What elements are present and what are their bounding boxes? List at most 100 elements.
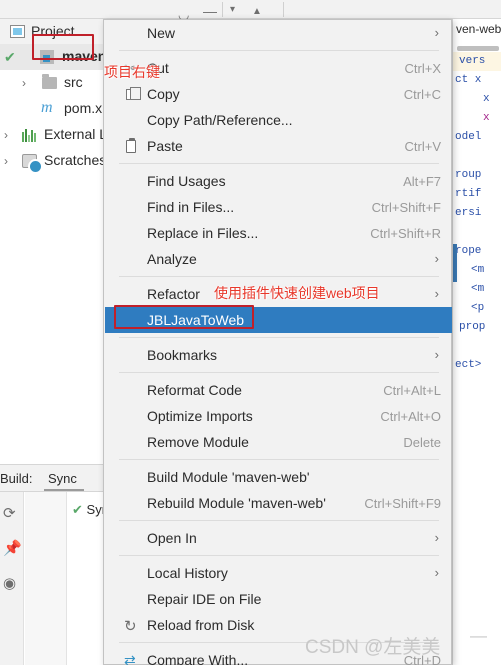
code-token: ersi — [455, 207, 482, 219]
menu-separator — [119, 372, 439, 373]
tab-sync[interactable]: Sync — [48, 471, 77, 486]
code-line: ersi — [453, 204, 501, 223]
menu-separator — [119, 50, 439, 51]
chevron-up-icon[interactable]: ▲ — [252, 6, 262, 17]
menu-item-label: Repair IDE on File — [147, 591, 262, 607]
project-icon — [10, 25, 25, 38]
chevron-right-icon[interactable]: › — [4, 155, 14, 167]
menu-item-shortcut: Ctrl+Shift+R — [370, 226, 441, 241]
menu-item-label: Reformat Code — [147, 382, 242, 398]
horizontal-scrollbar[interactable] — [457, 46, 499, 51]
code-token: ct x — [455, 74, 482, 86]
menu-item-shortcut: Ctrl+Shift+F9 — [364, 496, 441, 511]
code-token: roup — [455, 169, 482, 181]
code-line: vers — [453, 52, 501, 71]
code-line: x — [453, 90, 501, 109]
menu-item-local-history[interactable]: Local History › — [105, 560, 452, 586]
submenu-arrow-icon: › — [434, 565, 439, 580]
menu-item-label: Copy — [147, 86, 180, 102]
menu-item-label: Refactor — [147, 286, 200, 302]
menu-item-optimize-imports[interactable]: Optimize Imports Ctrl+Alt+O — [105, 403, 452, 429]
menu-item-shortcut: Delete — [403, 435, 441, 450]
menu-item-new[interactable]: New › — [105, 20, 452, 46]
eye-settings-icon[interactable]: ◉ — [3, 574, 16, 592]
rerun-icon[interactable]: ⟳ — [3, 504, 16, 522]
menu-item-label: Find Usages — [147, 173, 226, 189]
reload-icon: ↻ — [124, 618, 137, 635]
pin-icon[interactable]: 📌 — [3, 539, 22, 557]
menu-item-label: Replace in Files... — [147, 225, 259, 241]
code-line: ect> — [453, 356, 501, 375]
submenu-arrow-icon: › — [434, 347, 439, 362]
menu-item-paste[interactable]: Paste Ctrl+V — [105, 133, 452, 159]
menu-item-label: Paste — [147, 138, 183, 154]
menu-item-label: Rebuild Module 'maven-web' — [147, 495, 326, 511]
compare-icon: ⇄ — [124, 652, 136, 665]
menu-item-shortcut: Ctrl+X — [404, 61, 441, 76]
menu-item-label: Local History — [147, 565, 228, 581]
code-line: prop — [453, 318, 501, 337]
menu-item-bookmarks[interactable]: Bookmarks › — [105, 342, 452, 368]
toolbar-separator — [222, 2, 223, 17]
toolbar-separator — [283, 2, 284, 17]
chevron-right-icon[interactable]: › — [4, 129, 14, 141]
code-line: rtif — [453, 185, 501, 204]
paste-icon — [123, 138, 139, 154]
folder-icon — [42, 74, 57, 89]
code-token: rope — [455, 245, 482, 257]
editor-pane: ven-web vers ct x x x odel roup rtif ersi rope <m… — [452, 19, 501, 665]
scratches-icon — [22, 154, 43, 174]
menu-item-find-usages[interactable]: Find Usages Alt+F7 — [105, 168, 452, 194]
libraries-icon — [22, 129, 37, 142]
menu-separator — [119, 459, 439, 460]
editor-code: vers ct x x x odel roup rtif ersi rope <m <m <p prop… — [453, 52, 501, 375]
annotation-plugin-create-web: 使用插件快速创建web项目 — [214, 285, 380, 301]
highlight-box-maven-web — [32, 34, 94, 60]
csdn-watermark-dash: — — [470, 626, 487, 645]
code-token: rtif — [455, 188, 482, 200]
menu-item-label: Bookmarks — [147, 347, 218, 363]
maven-m-icon: m — [41, 99, 53, 116]
csdn-watermark: CSDN @左美美 — [305, 637, 441, 658]
menu-item-label: Optimize Imports — [147, 408, 253, 424]
check-icon: ✔ — [72, 502, 83, 517]
editor-tab-bar: ven-web — [453, 19, 501, 41]
chevron-down-icon[interactable]: ▾ — [230, 4, 235, 15]
minimize-icon[interactable]: — — [203, 3, 217, 19]
menu-item-remove-module[interactable]: Remove Module Delete — [105, 429, 452, 455]
code-token: vers — [459, 55, 486, 67]
menu-item-shortcut: Ctrl+C — [403, 87, 441, 102]
chevron-right-icon[interactable]: › — [22, 77, 32, 89]
code-line: x — [453, 109, 501, 128]
code-token: <m — [471, 264, 485, 276]
code-token: odel — [455, 131, 482, 143]
menu-item-reformat-code[interactable]: Reformat Code Ctrl+Alt+L — [105, 377, 452, 403]
menu-item-open-in[interactable]: Open In › — [105, 525, 452, 551]
menu-item-copy-path-reference[interactable]: Copy Path/Reference... — [105, 107, 452, 133]
menu-item-shortcut: Ctrl+Alt+L — [383, 383, 441, 398]
submenu-arrow-icon: › — [434, 530, 439, 545]
menu-item-shortcut: Alt+F7 — [403, 174, 441, 189]
menu-separator — [119, 555, 439, 556]
menu-item-label: Remove Module — [147, 434, 249, 450]
editor-tab-pom-xml[interactable]: ven-web — [453, 19, 501, 41]
menu-item-replace-in-files[interactable]: Replace in Files... Ctrl+Shift+R — [105, 220, 452, 246]
menu-separator — [119, 163, 439, 164]
menu-item-rebuild-module-maven-web[interactable]: Rebuild Module 'maven-web' Ctrl+Shift+F9 — [105, 490, 452, 516]
code-token: <m — [471, 283, 485, 295]
menu-item-analyze[interactable]: Analyze › — [105, 246, 452, 272]
menu-separator — [119, 276, 439, 277]
menu-item-copy[interactable]: Copy Ctrl+C — [105, 81, 452, 107]
code-line: rope — [453, 242, 501, 261]
build-tree-column — [25, 492, 67, 665]
code-token: x — [483, 112, 490, 124]
code-token: x — [483, 93, 490, 105]
menu-item-label: Build Module 'maven-web' — [147, 469, 310, 485]
ide-toolbar: ◡ — ▾ ▲ — [0, 0, 501, 22]
menu-item-repair-ide-on-file[interactable]: Repair IDE on File — [105, 586, 452, 612]
menu-item-find-in-files[interactable]: Find in Files... Ctrl+Shift+F — [105, 194, 452, 220]
menu-item-shortcut: Ctrl+Shift+F — [371, 200, 441, 215]
menu-item-build-module-maven-web[interactable]: Build Module 'maven-web' — [105, 464, 452, 490]
